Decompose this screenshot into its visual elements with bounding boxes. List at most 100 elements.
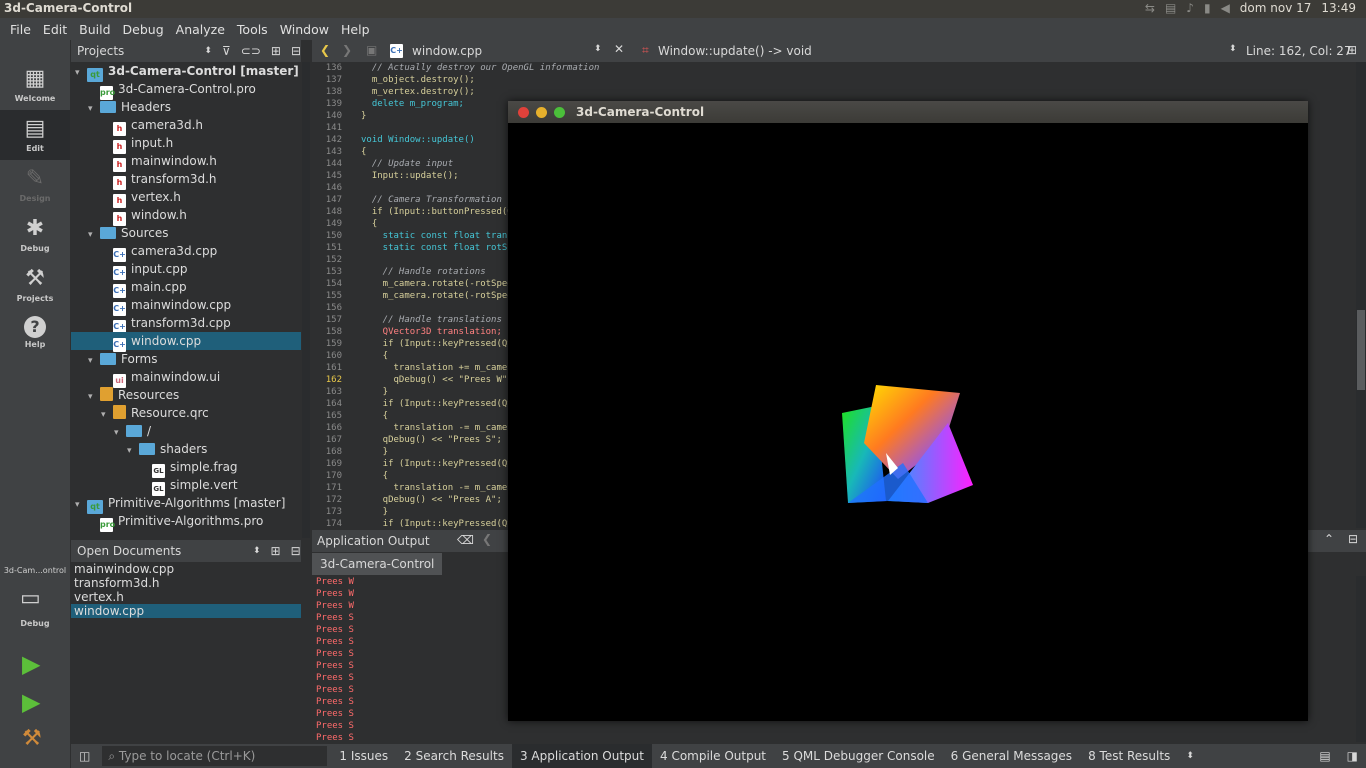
network-icon[interactable]: ⇆ (1145, 1, 1155, 15)
tree-item[interactable]: pro 3d-Camera-Control.pro (88, 80, 256, 100)
minimize-window-button[interactable] (536, 107, 547, 118)
progress-toggle-icon[interactable]: ▤ (1311, 749, 1338, 763)
tree-item[interactable]: ▾ / (114, 422, 151, 440)
split-icon[interactable]: ⊞ (271, 544, 281, 558)
date-label[interactable]: dom nov 17 (1240, 1, 1312, 15)
code-line[interactable]: qDebug() << "Prees W"; (361, 375, 513, 385)
pane-tab[interactable]: 6 General Messages (943, 744, 1080, 768)
expand-arrow-icon[interactable]: ▾ (114, 424, 126, 442)
code-line[interactable]: // Actually destroy our OpenGL informati… (361, 63, 600, 73)
split-icon[interactable]: ⊞ (271, 44, 281, 58)
clear-icon[interactable]: ⌫ (457, 533, 474, 547)
expand-arrow-icon[interactable]: ▾ (88, 100, 100, 118)
code-line[interactable]: qDebug() << "Prees A"; (361, 495, 502, 505)
notification-icon[interactable]: ♪ (1186, 1, 1194, 15)
code-line[interactable]: } (361, 111, 366, 121)
open-document-item[interactable]: vertex.h (71, 590, 301, 604)
code-line[interactable]: } (361, 387, 388, 397)
menu-analyze[interactable]: Analyze (170, 22, 231, 37)
tree-item[interactable]: h input.h (101, 134, 173, 154)
code-line[interactable]: { (361, 411, 388, 421)
output-scrollbar[interactable] (1356, 576, 1366, 742)
code-line[interactable]: qDebug() << "Prees S"; (361, 435, 502, 445)
tree-item[interactable]: ▾ qt 3d-Camera-Control [master] (75, 62, 299, 82)
pane-tab[interactable]: 3 Application Output (511, 744, 652, 768)
updown-icon[interactable]: ⬍ (594, 44, 602, 54)
menu-window[interactable]: Window (274, 22, 335, 37)
code-line[interactable]: m_object.destroy(); (361, 75, 475, 85)
mode-projects[interactable]: ⚒ Projects (0, 260, 70, 310)
monitor-icon[interactable]: ▭ (20, 586, 41, 611)
tree-item[interactable]: h camera3d.h (101, 116, 203, 136)
code-line[interactable]: } (361, 447, 388, 457)
tree-item[interactable]: ▾ Resource.qrc (101, 404, 209, 422)
code-line[interactable]: delete m_program; (361, 99, 464, 109)
tree-item[interactable]: ▾ Sources (88, 224, 168, 242)
expand-arrow-icon[interactable]: ▾ (75, 64, 87, 82)
editor-file-select[interactable]: window.cpp (412, 44, 482, 58)
tree-item[interactable]: ▾ shaders (127, 440, 207, 458)
locator-input[interactable]: ⌕ Type to locate (Ctrl+K) (102, 746, 328, 766)
menu-file[interactable]: File (4, 22, 37, 37)
code-line[interactable]: m_vertex.destroy(); (361, 87, 475, 97)
tree-item[interactable]: ▾ Forms (88, 350, 157, 368)
pane-tab[interactable]: 2 Search Results (396, 744, 512, 768)
pane-tab[interactable]: 4 Compile Output (652, 744, 774, 768)
code-line[interactable]: { (361, 351, 388, 361)
kit-target-label[interactable]: 3d-Cam...ontrol (0, 566, 70, 575)
debug-run-icon[interactable]: ▶ (22, 688, 40, 716)
tree-item[interactable]: pro Primitive-Algorithms.pro (88, 512, 263, 532)
mode-design[interactable]: ✎ Design (0, 160, 70, 210)
expand-arrow-icon[interactable]: ▾ (101, 406, 113, 424)
output-tab[interactable]: 3d-Camera-Control ⊗ (312, 553, 442, 593)
code-line[interactable]: // Handle rotations (361, 267, 486, 277)
code-line[interactable]: { (361, 147, 366, 157)
updown-icon[interactable]: ⬍ (204, 46, 212, 56)
updown-icon[interactable]: ⬍ (253, 546, 261, 556)
filter-icon[interactable]: ⊽ (222, 44, 231, 58)
tree-item[interactable]: ▾ Resources (88, 386, 179, 404)
tree-item[interactable]: C+ input.cpp (101, 260, 188, 280)
expand-arrow-icon[interactable]: ▾ (88, 226, 100, 244)
expand-arrow-icon[interactable]: ▾ (127, 442, 139, 460)
tree-item[interactable]: C+ window.cpp (71, 332, 301, 352)
maximize-window-button[interactable] (554, 107, 565, 118)
editor-scroll-thumb[interactable] (1357, 310, 1365, 390)
code-line[interactable]: void Window::update() (361, 135, 475, 145)
code-line[interactable]: { (361, 471, 388, 481)
opengl-window[interactable]: 3d-Camera-Control (508, 101, 1308, 721)
open-documents-select[interactable]: Open Documents (77, 544, 253, 558)
code-line[interactable]: // Handle translations (361, 315, 502, 325)
close-file-icon[interactable]: ✕ (614, 42, 624, 56)
tree-item[interactable]: C+ camera3d.cpp (101, 242, 217, 262)
tree-item[interactable]: ▾ qt Primitive-Algorithms [master] (75, 494, 285, 514)
editor-scrollbar[interactable] (1356, 62, 1366, 528)
tree-item[interactable]: C+ mainwindow.cpp (101, 296, 231, 316)
tree-item[interactable]: ui mainwindow.ui (101, 368, 220, 388)
pane-tab[interactable]: 5 QML Debugger Console (774, 744, 943, 768)
open-document-item[interactable]: window.cpp (71, 604, 301, 618)
link-icon[interactable]: ⊂⊃ (241, 44, 261, 58)
prev-icon[interactable]: ❮ (482, 532, 492, 546)
mode-edit[interactable]: ▤ Edit (0, 110, 70, 160)
build-hammer-icon[interactable]: ⚒ (22, 726, 42, 751)
function-select[interactable]: Window::update() -> void (658, 44, 812, 58)
code-line[interactable]: } (361, 507, 388, 517)
forward-icon[interactable]: ❯ (342, 43, 352, 57)
expand-arrow-icon[interactable]: ▾ (75, 496, 87, 514)
close-pane-icon[interactable]: ⊟ (1348, 532, 1358, 546)
pane-tab[interactable]: 8 Test Results (1080, 744, 1178, 768)
code-line[interactable]: QVector3D translation; (361, 327, 502, 337)
tree-item[interactable]: h mainwindow.h (101, 152, 217, 172)
menu-tools[interactable]: Tools (231, 22, 274, 37)
close-pane-icon[interactable]: ⊟ (291, 44, 301, 58)
run-icon[interactable]: ▶ (22, 650, 40, 678)
keyboard-icon[interactable]: ▤ (1165, 1, 1176, 15)
close-pane-icon[interactable]: ⊟ (291, 544, 301, 558)
split-icon[interactable]: ⊞ (1347, 43, 1357, 57)
code-line[interactable]: // Update input (361, 159, 453, 169)
pane-tab[interactable]: 1 Issues (331, 744, 396, 768)
code-line[interactable]: { (361, 219, 377, 229)
output-toggle-icon[interactable]: ◨ (1339, 749, 1366, 763)
cursor-position[interactable]: Line: 162, Col: 27 (1246, 44, 1352, 58)
